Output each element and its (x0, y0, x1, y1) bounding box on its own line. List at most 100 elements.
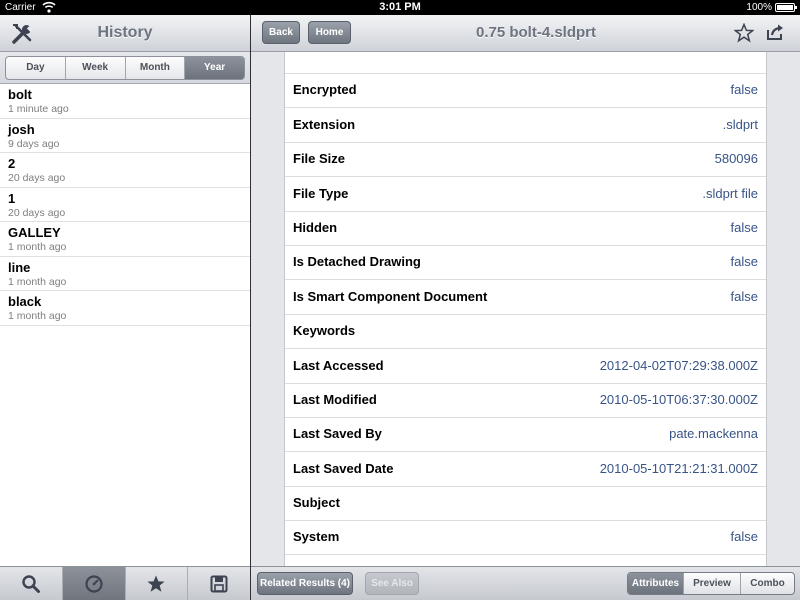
attribute-key: Last Saved By (293, 426, 382, 442)
segment-month[interactable]: Month (126, 57, 186, 79)
home-button[interactable]: Home (308, 21, 351, 44)
attribute-row[interactable]: File Size 580096 (285, 143, 766, 178)
battery-icon (775, 3, 797, 12)
history-item-name: bolt (8, 87, 32, 102)
attribute-row[interactable]: Encrypted false (285, 74, 766, 109)
tab-search[interactable] (0, 567, 63, 600)
attribute-key: Is Detached Drawing (293, 254, 421, 270)
attribute-key: Keywords (293, 323, 356, 339)
history-item-name: line (8, 259, 31, 275)
history-item-time: 1 month ago (8, 310, 67, 322)
attribute-row[interactable]: Last Saved By pate.mackenna (285, 418, 766, 453)
view-attributes[interactable]: Attributes (628, 573, 684, 594)
attribute-key: Last Modified (293, 391, 377, 407)
history-item[interactable]: josh 9 days ago (0, 119, 250, 153)
back-button[interactable]: Back (262, 21, 300, 44)
attribute-row[interactable]: Is Smart Component Document false (285, 280, 766, 315)
attribute-row[interactable]: Last Accessed 2012-04-02T07:29:38.000Z (285, 349, 766, 384)
favorite-star-icon[interactable] (734, 23, 754, 43)
attribute-row[interactable]: Hidden false (285, 212, 766, 246)
history-item-name: josh (8, 121, 35, 137)
history-item[interactable]: 2 20 days ago (0, 153, 250, 188)
history-item-time: 20 days ago (8, 206, 66, 219)
attribute-value: 2010-05-10T06:37:30.000Z (599, 391, 758, 407)
attribute-key: Is Smart Component Document (293, 288, 488, 304)
attribute-value: .sldprt (722, 116, 758, 132)
attributes-table: Encrypted false Extension .sldprt File Size 5… (284, 52, 767, 566)
detail-pane: Back Home 0.75 bolt-4.sldprt Encrypted fa… (251, 15, 800, 600)
history-item[interactable]: bolt 1 minute ago (0, 84, 250, 119)
status-bar: Carrier 3:01 PM 100% (0, 0, 800, 15)
sidebar-title: History (97, 24, 153, 41)
detail-bottom-bar: Related Results (4) See Also Attributes … (251, 566, 800, 600)
history-item[interactable]: line 1 month ago (0, 257, 250, 291)
sidebar-navbar: History (0, 15, 250, 52)
detail-navbar: Back Home 0.75 bolt-4.sldprt (251, 15, 800, 52)
attribute-value: false (730, 219, 758, 235)
period-segmented-control: Day Week Month Year (5, 56, 245, 80)
attribute-value: false (730, 82, 758, 98)
tab-history[interactable] (62, 567, 126, 600)
segment-year[interactable]: Year (185, 57, 244, 79)
attribute-value: pate.mackenna (669, 426, 758, 442)
attribute-row[interactable]: Title (285, 555, 766, 566)
share-icon[interactable] (765, 22, 785, 42)
history-item-time: 9 days ago (8, 137, 60, 150)
tab-saved[interactable] (188, 567, 250, 600)
attribute-key: System (293, 529, 340, 545)
attribute-row[interactable]: System false (285, 521, 766, 556)
battery-percent: 100% (746, 2, 772, 13)
attribute-key: Extension (293, 116, 356, 132)
clock-time: 3:01 PM (379, 1, 421, 13)
history-item-name: 1 (8, 190, 16, 206)
table-row-partial (285, 52, 766, 74)
attribute-value: 2010-05-10T21:21:31.000Z (599, 460, 758, 476)
attribute-value: false (730, 529, 758, 545)
view-combo[interactable]: Combo (741, 573, 794, 594)
attribute-key: Last Saved Date (293, 460, 394, 476)
attribute-key: File Type (293, 185, 349, 201)
history-item[interactable]: black 1 month ago (0, 291, 250, 326)
attribute-row[interactable]: File Type .sldprt file (285, 177, 766, 212)
history-item[interactable]: 1 20 days ago (0, 188, 250, 222)
history-item-name: GALLEY (8, 225, 61, 240)
history-clock-icon (85, 574, 103, 593)
segment-day[interactable]: Day (6, 57, 66, 79)
attribute-row[interactable]: Is Detached Drawing false (285, 246, 766, 281)
history-item-time: 20 days ago (8, 172, 66, 184)
see-also-button[interactable]: See Also (365, 572, 419, 595)
history-item-time: 1 month ago (8, 275, 67, 288)
attribute-key: Hidden (293, 219, 338, 235)
attribute-row[interactable]: Keywords (285, 315, 766, 350)
document-title: 0.75 bolt-4.sldprt (475, 24, 597, 41)
history-item-name: black (8, 294, 42, 309)
save-disk-icon (210, 575, 228, 592)
attribute-row[interactable]: Subject (285, 487, 766, 522)
attribute-value: 2012-04-02T07:29:38.000Z (599, 357, 758, 373)
history-item-name: 2 (8, 156, 16, 171)
attribute-value: 580096 (714, 151, 758, 167)
search-icon (22, 574, 40, 593)
tab-favorites[interactable] (126, 567, 189, 600)
history-sidebar: History Day Week Month Year bolt 1 minute… (0, 15, 250, 600)
view-mode-segmented-control: Attributes Preview Combo (627, 572, 795, 595)
attribute-row[interactable]: Last Modified 2010-05-10T06:37:30.000Z (285, 384, 766, 418)
segment-week[interactable]: Week (66, 57, 126, 79)
history-item-time: 1 month ago (8, 241, 67, 253)
attribute-key: File Size (293, 151, 346, 167)
history-list: bolt 1 minute ago josh 9 days ago 2 20 days… (0, 84, 250, 326)
attribute-value: false (730, 254, 758, 270)
attribute-key: Subject (293, 495, 340, 511)
view-preview[interactable]: Preview (684, 573, 741, 594)
attribute-key: Encrypted (293, 82, 357, 98)
history-item[interactable]: GALLEY 1 month ago (0, 222, 250, 257)
attribute-row[interactable]: Last Saved Date 2010-05-10T21:21:31.000Z (285, 452, 766, 487)
sidebar-tabbar (0, 566, 250, 600)
attribute-key: Last Accessed (293, 357, 384, 373)
related-results-button[interactable]: Related Results (4) (257, 572, 353, 595)
attribute-value: false (730, 288, 758, 304)
attribute-row[interactable]: Extension .sldprt (285, 108, 766, 143)
period-filter-bar: Day Week Month Year (0, 52, 250, 84)
attribute-value: .sldprt file (702, 185, 758, 201)
star-icon (147, 575, 165, 592)
